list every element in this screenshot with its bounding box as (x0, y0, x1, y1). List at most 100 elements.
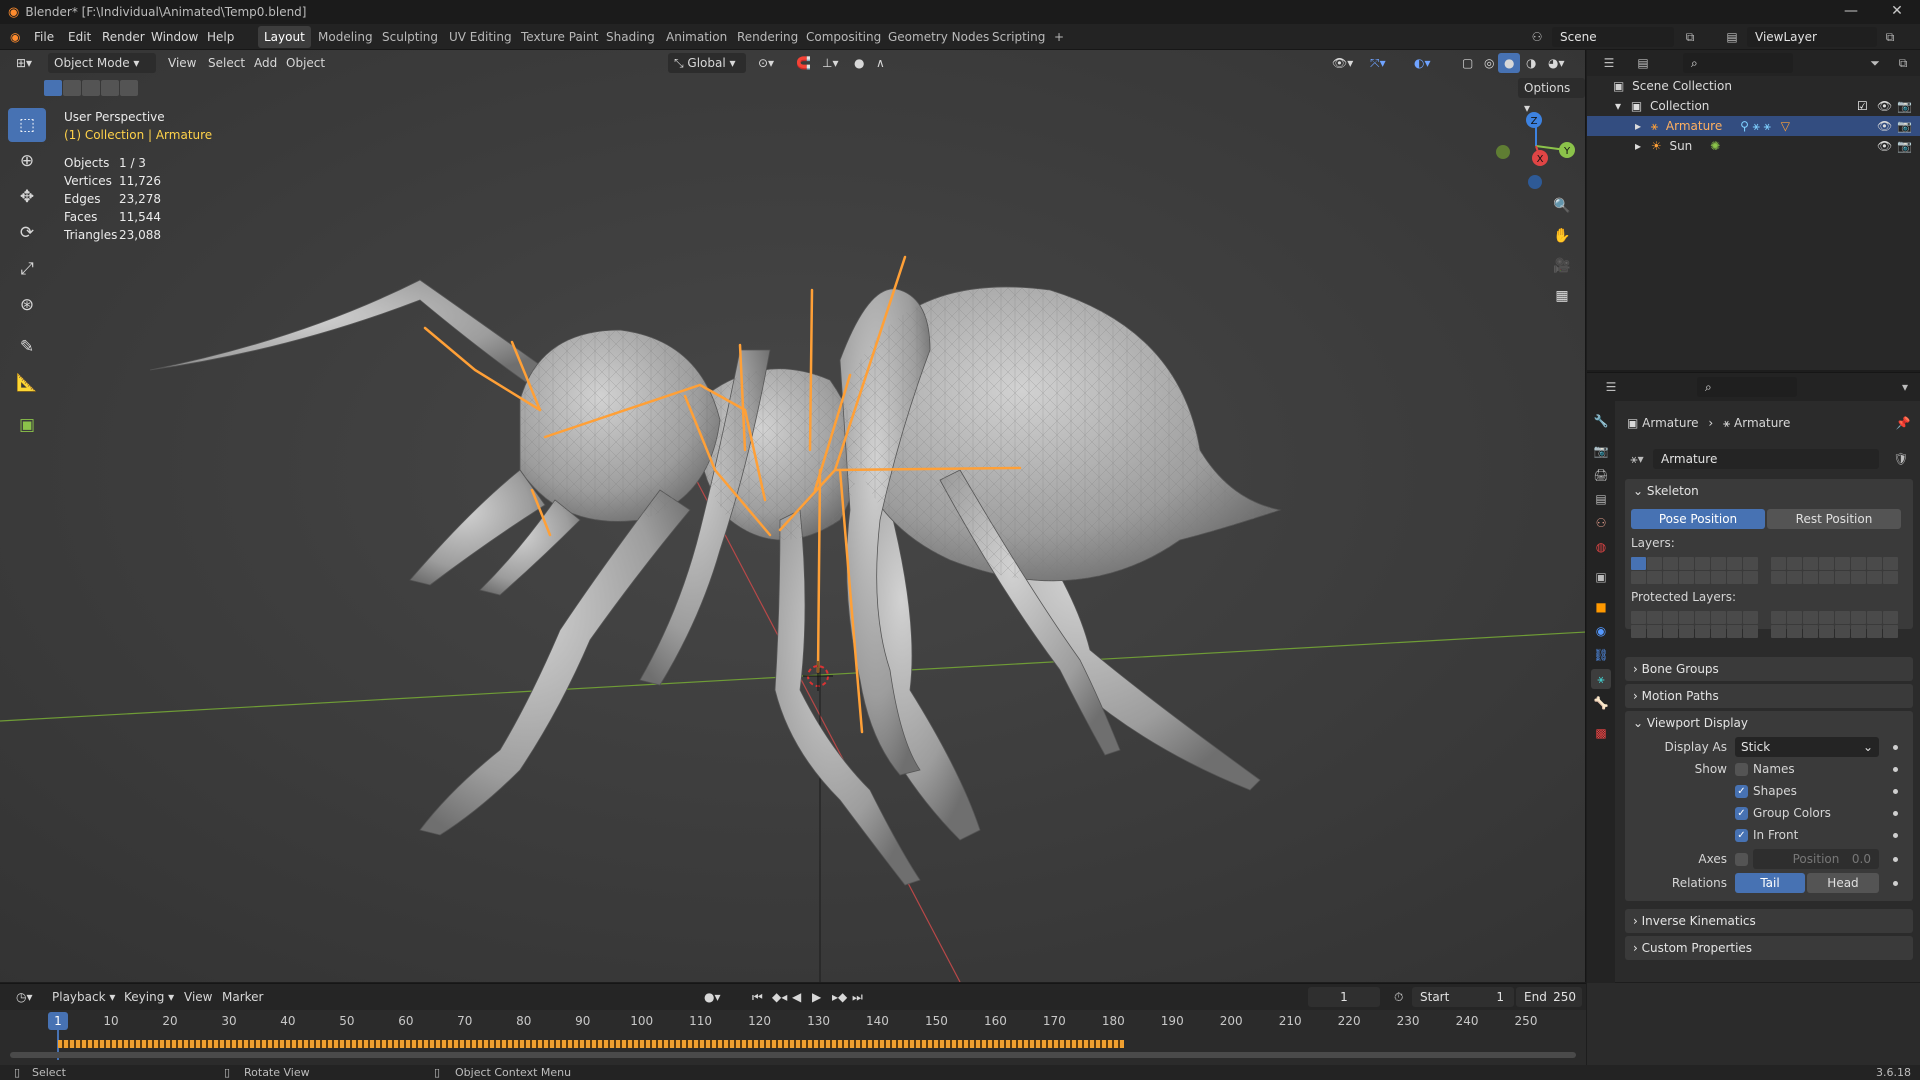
timeline-scrollbar[interactable] (10, 1052, 1576, 1058)
tab-layout[interactable]: Layout (258, 26, 311, 48)
view-layer-icon[interactable]: ▤ (1722, 27, 1742, 47)
rendered-shading-icon[interactable]: ◕▾ (1542, 53, 1571, 73)
inverse-kinematics-panel[interactable]: › Inverse Kinematics (1625, 909, 1913, 933)
menu-edit[interactable]: Edit (68, 24, 91, 50)
tab-sculpting[interactable]: Sculpting (376, 26, 444, 48)
texture-tab-icon[interactable]: ▩ (1591, 723, 1611, 743)
render-camera-icon[interactable]: 📷 (1897, 116, 1912, 136)
keyframe-dot-icon[interactable] (1893, 833, 1898, 838)
minimize-icon[interactable]: — (1828, 0, 1874, 24)
render-camera-icon[interactable]: 📷 (1897, 136, 1912, 156)
tab-compositing[interactable]: Compositing (800, 26, 887, 48)
new-collection-icon[interactable]: ⧉ (1893, 53, 1913, 73)
custom-properties-panel[interactable]: › Custom Properties (1625, 936, 1913, 960)
menu-help[interactable]: Help (207, 24, 234, 50)
collection-tab-icon[interactable]: ▣ (1591, 567, 1611, 587)
scene-tab-icon[interactable]: ⚇ (1591, 513, 1611, 533)
relations-head-button[interactable]: Head (1807, 873, 1879, 893)
new-view-layer-icon[interactable]: ⧉ (1880, 27, 1900, 47)
filter-icon[interactable]: ⏷ (1865, 53, 1885, 73)
properties-editor-type-icon[interactable]: ☰ (1601, 377, 1621, 397)
proportional-edit-icon[interactable]: ● (848, 53, 870, 73)
object-tab-icon[interactable]: ■ (1591, 597, 1611, 617)
keyframe-dot-icon[interactable] (1893, 857, 1898, 862)
menu-file[interactable]: File (34, 24, 54, 50)
motion-paths-header[interactable]: › Motion Paths (1633, 684, 1719, 708)
tab-geometry-nodes[interactable]: Geometry Nodes (882, 26, 995, 48)
viewport-display-header[interactable]: ⌄ Viewport Display (1633, 711, 1748, 735)
outliner-search-input[interactable]: ⌕ (1683, 53, 1793, 73)
output-tab-icon[interactable]: 🖨 (1591, 465, 1611, 485)
display-mode-icon[interactable]: ▤ (1633, 53, 1653, 73)
select-new-icon[interactable] (44, 80, 62, 96)
camera-view-icon[interactable]: 🎥 (1548, 252, 1576, 280)
menu-select[interactable]: Select (202, 53, 251, 73)
motion-paths-panel[interactable]: › Motion Paths (1625, 684, 1913, 708)
falloff-icon[interactable]: ∧ (870, 53, 891, 73)
names-checkbox[interactable] (1735, 763, 1748, 776)
datablock-browse-icon[interactable]: ⚹▾ (1627, 449, 1647, 469)
scale-tool-icon[interactable]: ⤢ (8, 252, 46, 286)
tab-uv-editing[interactable]: UV Editing (443, 26, 518, 48)
xray-icon[interactable]: ▢ (1456, 53, 1479, 73)
axes-checkbox[interactable] (1735, 853, 1748, 866)
select-invert-icon[interactable] (101, 80, 119, 96)
annotate-tool-icon[interactable]: ✎ (8, 330, 46, 364)
layers-grid-left[interactable] (1631, 557, 1758, 584)
pose-position-button[interactable]: Pose Position (1631, 509, 1765, 529)
view-layer-field[interactable]: ViewLayer (1747, 27, 1877, 47)
solid-shading-icon[interactable]: ● (1498, 53, 1521, 73)
constraints-tab-icon[interactable]: ⛓ (1591, 645, 1611, 665)
armature-data-tab-icon[interactable]: ⚹ (1591, 669, 1611, 689)
keyframe-dot-icon[interactable] (1893, 789, 1898, 794)
physics-tab-icon[interactable]: ◉ (1591, 621, 1611, 641)
expand-arrow-icon[interactable]: ▸ (1635, 119, 1641, 133)
tab-texture-paint[interactable]: Texture Paint (515, 26, 604, 48)
eye-icon[interactable]: 👁 (1877, 96, 1892, 116)
menu-view[interactable]: View (162, 53, 202, 73)
inverse-kinematics-header[interactable]: › Inverse Kinematics (1633, 909, 1756, 933)
pivot-icon[interactable]: ⊙▾ (752, 53, 780, 73)
properties-search-input[interactable]: ⌕ (1697, 377, 1797, 397)
select-intersect-icon[interactable] (120, 80, 138, 96)
rest-position-button[interactable]: Rest Position (1767, 509, 1901, 529)
relations-tail-button[interactable]: Tail (1735, 873, 1805, 893)
add-workspace-button[interactable]: + (1048, 26, 1070, 48)
snap-target-icon[interactable]: ⊥▾ (816, 53, 844, 73)
close-icon[interactable]: ✕ (1874, 0, 1920, 24)
outliner-item-sun[interactable]: ▸ ☀ Sun ✺ 👁 📷 (1587, 136, 1920, 156)
menu-object[interactable]: Object (280, 53, 331, 73)
menu-add[interactable]: Add (248, 53, 283, 73)
bone-tab-icon[interactable]: 🦴 (1591, 693, 1611, 713)
pin-icon[interactable]: 📌 (1893, 413, 1913, 433)
bone-groups-panel[interactable]: › Bone Groups (1625, 657, 1913, 681)
tab-animation[interactable]: Animation (660, 26, 733, 48)
armature-name-field[interactable]: Armature (1653, 449, 1879, 469)
keyframe-dot-icon[interactable] (1893, 881, 1898, 886)
group-colors-checkbox[interactable]: ✓ (1735, 807, 1748, 820)
select-box-tool-icon[interactable]: ⬚ (8, 108, 46, 142)
options-dropdown[interactable]: Options ▾ (1518, 78, 1585, 115)
eye-icon[interactable]: 👁 (1877, 116, 1892, 136)
visibility-icon[interactable]: 👁▾ (1326, 53, 1359, 73)
zoom-icon[interactable]: 🔍 (1548, 192, 1576, 220)
render-camera-icon[interactable]: 📷 (1897, 96, 1912, 116)
axes-position-field[interactable]: Position 0.0 (1753, 849, 1879, 869)
exclude-checkbox-icon[interactable]: ☑ (1857, 96, 1868, 116)
snap-icon[interactable]: 🧲 (790, 53, 817, 73)
outliner-collection[interactable]: ▾ ▣ Collection ☑ 👁 📷 (1587, 96, 1920, 116)
outliner-scene-collection[interactable]: ▣ Scene Collection (1587, 76, 1920, 96)
tab-modeling[interactable]: Modeling (312, 26, 379, 48)
mode-dropdown[interactable]: Object Mode ▾ (48, 53, 156, 73)
skeleton-panel-header[interactable]: ⌄ Skeleton (1633, 479, 1699, 503)
expand-arrow-icon[interactable]: ▸ (1635, 139, 1641, 153)
select-extend-icon[interactable] (63, 80, 81, 96)
menu-window[interactable]: Window (151, 24, 198, 50)
outliner-item-armature[interactable]: ▸ ⚹ Armature ⚲ ⚹ ⚹ ▽ 👁 📷 (1587, 116, 1920, 136)
editor-type-icon[interactable]: ⊞▾ (10, 53, 38, 73)
new-scene-icon[interactable]: ⧉ (1680, 27, 1700, 47)
tab-rendering[interactable]: Rendering (731, 26, 804, 48)
protected-layers-grid-right[interactable] (1771, 611, 1898, 638)
keyframe-summary-row[interactable] (58, 1040, 1124, 1048)
measure-tool-icon[interactable]: 📐 (8, 366, 46, 400)
